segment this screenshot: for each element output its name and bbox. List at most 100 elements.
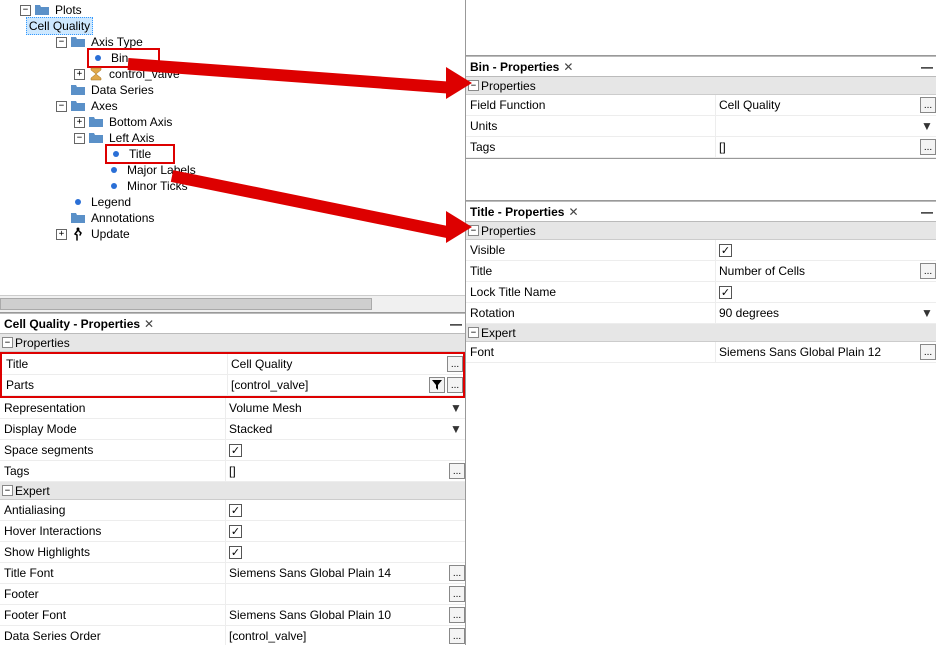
panel-tab-label: Cell Quality - Properties — [4, 317, 140, 331]
node-label: Title — [127, 146, 153, 162]
property-icon — [106, 162, 122, 178]
checkbox-visible[interactable]: ✓ — [719, 244, 732, 257]
collapse-icon[interactable]: − — [468, 327, 479, 338]
checkbox-lock[interactable]: ✓ — [719, 286, 732, 299]
expand-icon[interactable]: + — [74, 117, 85, 128]
section-header-properties[interactable]: − Properties — [466, 77, 936, 95]
panel-tab[interactable]: Cell Quality - Properties ✕ — [4, 317, 154, 331]
section-header-properties[interactable]: − Properties — [0, 334, 465, 352]
prop-value-title[interactable]: Cell Quality — [231, 357, 445, 371]
tree-node-legend[interactable]: Legend — [56, 194, 465, 210]
ellipsis-button[interactable]: ... — [449, 628, 465, 644]
close-icon[interactable]: ✕ — [144, 317, 154, 331]
section-header-expert[interactable]: − Expert — [466, 324, 936, 342]
tree-node-cell-quality[interactable]: − Cell Quality — [38, 18, 465, 34]
prop-label: Antialiasing — [0, 500, 226, 520]
prop-label: Rotation — [466, 303, 716, 323]
property-icon — [90, 50, 106, 66]
prop-row-footer-font: Footer Font Siemens Sans Global Plain 10… — [0, 605, 465, 626]
checkbox-hover[interactable]: ✓ — [229, 525, 242, 538]
filter-icon[interactable] — [429, 377, 445, 393]
prop-value-footer-font[interactable]: Siemens Sans Global Plain 10 — [229, 608, 447, 622]
tree-node-plots[interactable]: − Plots — [20, 2, 465, 18]
node-label: Plots — [53, 2, 84, 18]
prop-value-font[interactable]: Siemens Sans Global Plain 12 — [719, 345, 918, 359]
tree-node-axes[interactable]: − Axes — [56, 98, 465, 114]
prop-value-field-function[interactable]: Cell Quality — [719, 98, 918, 112]
section-title: Expert — [481, 326, 516, 340]
ellipsis-button[interactable]: ... — [920, 344, 936, 360]
prop-row-data-order: Data Series Order [control_valve]... — [0, 626, 465, 645]
ellipsis-button[interactable]: ... — [449, 607, 465, 623]
tree-node-major-labels[interactable]: Major Labels — [92, 162, 465, 178]
folder-icon — [70, 82, 86, 98]
panel-tab[interactable]: Bin - Properties ✕ — [470, 60, 573, 74]
prop-label: Space segments — [0, 440, 226, 460]
expand-icon[interactable]: + — [56, 229, 67, 240]
collapse-icon[interactable]: − — [20, 5, 31, 16]
empty-region — [466, 0, 936, 56]
prop-value-display-mode[interactable]: Stacked — [229, 422, 447, 436]
prop-value-title-font[interactable]: Siemens Sans Global Plain 14 — [229, 566, 447, 580]
tree-region: − Plots − Cell Quality — [0, 0, 465, 313]
collapse-icon[interactable]: − — [56, 101, 67, 112]
minimize-icon[interactable]: — — [921, 60, 932, 74]
prop-value-data-order[interactable]: [control_valve] — [229, 629, 447, 643]
ellipsis-button[interactable]: ... — [920, 97, 936, 113]
section-header-expert[interactable]: − Expert — [0, 482, 465, 500]
ellipsis-button[interactable]: ... — [920, 263, 936, 279]
ellipsis-button[interactable]: ... — [449, 463, 465, 479]
prop-row-rotation: Rotation 90 degrees▼ — [466, 303, 936, 324]
chevron-down-icon[interactable]: ▼ — [449, 422, 463, 436]
tree-node-update[interactable]: + Update — [56, 226, 465, 242]
ellipsis-button[interactable]: ... — [920, 139, 936, 155]
ellipsis-button[interactable]: ... — [449, 586, 465, 602]
prop-row-lock: Lock Title Name ✓ — [466, 282, 936, 303]
collapse-icon[interactable]: − — [56, 37, 67, 48]
tree-node-data-series[interactable]: Data Series — [56, 82, 465, 98]
prop-value-tags[interactable]: [] — [719, 140, 918, 154]
prop-value-rotation[interactable]: 90 degrees — [719, 306, 918, 320]
spacer — [56, 213, 67, 224]
prop-row-parts: Parts [control_valve] ... — [2, 375, 463, 396]
checkbox-antialiasing[interactable]: ✓ — [229, 504, 242, 517]
prop-value-tags[interactable]: [] — [229, 464, 447, 478]
prop-value-title[interactable]: Number of Cells — [719, 264, 918, 278]
minimize-icon[interactable]: — — [921, 205, 932, 219]
checkbox-space-segments[interactable]: ✓ — [229, 444, 242, 457]
close-icon[interactable]: ✕ — [568, 205, 578, 219]
chevron-down-icon[interactable]: ▼ — [920, 306, 934, 320]
chevron-down-icon[interactable]: ▼ — [449, 401, 463, 415]
horizontal-scrollbar[interactable] — [0, 295, 465, 312]
collapse-icon[interactable]: − — [468, 225, 479, 236]
panel-tab[interactable]: Title - Properties ✕ — [470, 205, 579, 219]
spacer — [92, 181, 103, 192]
ellipsis-button[interactable]: ... — [447, 377, 463, 393]
tree-node-title[interactable]: Title — [92, 146, 465, 162]
collapse-icon[interactable]: − — [2, 485, 13, 496]
minimize-icon[interactable]: — — [450, 317, 461, 331]
ellipsis-button[interactable]: ... — [447, 356, 463, 372]
expand-icon[interactable]: + — [74, 69, 85, 80]
tree-node-bottom-axis[interactable]: + Bottom Axis — [74, 114, 465, 130]
tree-node-control-valve[interactable]: + control_valve — [74, 66, 465, 82]
prop-value-representation[interactable]: Volume Mesh — [229, 401, 447, 415]
tree-node-minor-ticks[interactable]: Minor Ticks — [92, 178, 465, 194]
tree-node-annotations[interactable]: Annotations — [56, 210, 465, 226]
section-title: Properties — [481, 79, 536, 93]
tree-node-bin[interactable]: Bin — [74, 50, 465, 66]
checkbox-highlights[interactable]: ✓ — [229, 546, 242, 559]
collapse-icon[interactable]: − — [74, 133, 85, 144]
collapse-icon[interactable]: − — [2, 337, 13, 348]
collapse-icon[interactable]: − — [468, 80, 479, 91]
prop-row-footer: Footer ... — [0, 584, 465, 605]
prop-label: Title — [466, 261, 716, 281]
prop-value-parts[interactable]: [control_valve] — [231, 378, 427, 392]
chevron-down-icon[interactable]: ▼ — [920, 119, 934, 133]
ellipsis-button[interactable]: ... — [449, 565, 465, 581]
close-icon[interactable]: ✕ — [563, 60, 573, 74]
scrollbar-thumb[interactable] — [0, 298, 372, 310]
prop-row-title: Title Number of Cells... — [466, 261, 936, 282]
prop-label: Lock Title Name — [466, 282, 716, 302]
section-header-properties[interactable]: − Properties — [466, 222, 936, 240]
